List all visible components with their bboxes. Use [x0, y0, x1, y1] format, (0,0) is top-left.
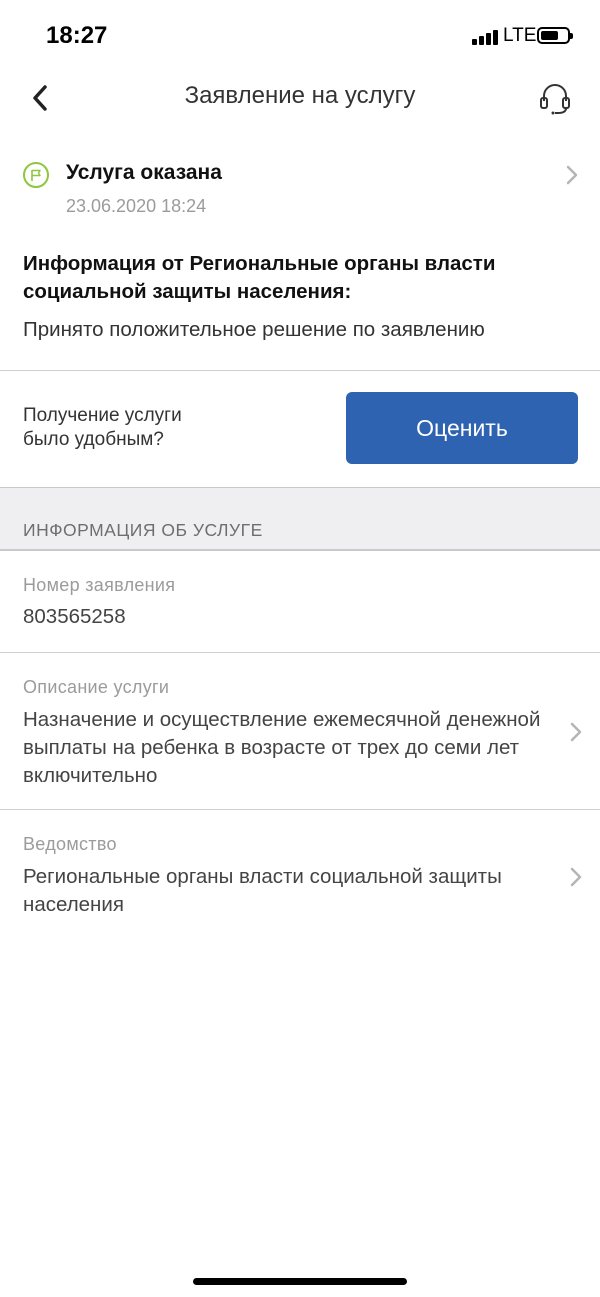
application-status-row[interactable]: Услуга оказана 23.06.2020 18:24	[0, 150, 600, 226]
home-indicator[interactable]	[193, 1278, 407, 1285]
chevron-right-icon	[570, 722, 582, 742]
application-status-date: 23.06.2020 18:24	[66, 196, 207, 216]
field-label: Ведомство	[23, 834, 117, 854]
rate-button[interactable]: Оценить	[346, 392, 578, 464]
service-description-field[interactable]: Описание услуги Назначение и осуществлен…	[0, 653, 600, 810]
department-message-heading: Информация от Региональные органы власти…	[23, 252, 496, 303]
application-number-field: Номер заявления 803565258	[0, 553, 600, 653]
status-indicator	[23, 162, 49, 188]
network-type: LTE	[503, 25, 537, 46]
headset-icon	[540, 84, 570, 115]
application-status-title: Услуга оказана	[66, 161, 222, 184]
section-title: ИНФОРМАЦИЯ ОБ УСЛУГЕ	[23, 520, 263, 540]
rating-question: Получение услуги было удобным?	[23, 405, 182, 450]
nav-bar: Заявление на услугу	[0, 70, 600, 126]
status-bar: 18:27 LTE	[0, 0, 600, 70]
department-message-text: Принято положительное решение по заявлен…	[23, 318, 485, 341]
support-button[interactable]	[533, 76, 577, 120]
field-value: Региональные органы власти социальной за…	[23, 865, 502, 916]
department-field[interactable]: Ведомство Региональные органы власти соц…	[0, 810, 600, 930]
battery-icon	[537, 27, 573, 44]
flag-icon	[31, 169, 41, 181]
field-value: 803565258	[23, 605, 126, 628]
field-label: Описание услуги	[23, 677, 170, 697]
section-header: ИНФОРМАЦИЯ ОБ УСЛУГЕ	[0, 487, 600, 551]
divider	[0, 370, 600, 371]
department-message: Информация от Региональные органы власти…	[23, 250, 583, 344]
chevron-right-icon	[570, 867, 582, 887]
page-title: Заявление на услугу	[184, 82, 416, 109]
status-time: 18:27	[46, 22, 108, 49]
cellular-signal-icon	[472, 30, 498, 45]
field-label: Номер заявления	[23, 575, 176, 595]
chevron-right-icon	[566, 165, 578, 185]
field-value: Назначение и осуществление ежемесячной д…	[23, 708, 541, 787]
